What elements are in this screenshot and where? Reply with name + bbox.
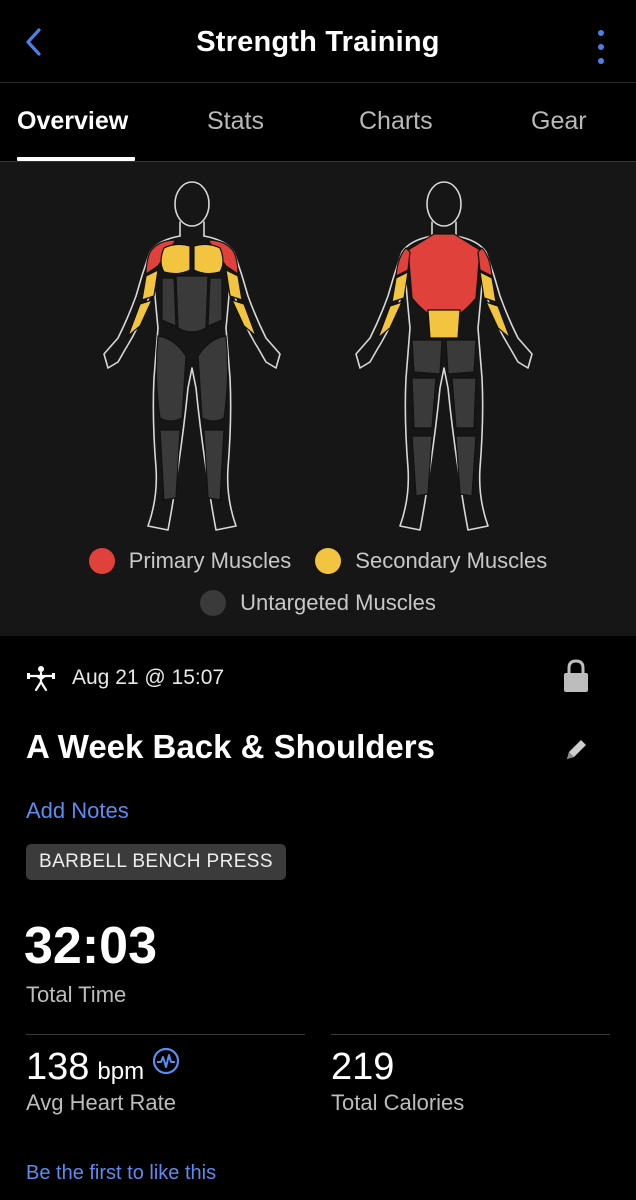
legend-secondary-label: Secondary Muscles [355,548,548,573]
heart-rate-unit: bpm [97,1058,145,1085]
total-time-label: Total Time [26,982,127,1007]
heart-rate-value: 138 [26,1046,90,1088]
active-tab-indicator [17,157,135,161]
more-options-button[interactable] [594,30,608,64]
tab-overview[interactable]: Overview [17,107,128,136]
legend-untargeted: Untargeted Muscles [200,590,436,616]
calories-label: Total Calories [331,1090,465,1115]
legend-primary: Primary Muscles [88,548,292,574]
total-time-value: 32:03 [24,917,157,975]
add-notes-link[interactable]: Add Notes [26,798,129,824]
tab-charts[interactable]: Charts [359,107,433,136]
lock-icon[interactable] [562,658,590,694]
muscle-map-panel: Primary Muscles Secondary Muscles Untarg… [0,162,636,636]
activity-datetime: Aug 21 @ 15:07 [72,666,225,689]
legend-row-2: Untargeted Muscles [0,590,636,616]
untargeted-dot-icon [200,590,227,616]
front-body-figure [103,181,281,531]
heart-rate-icon[interactable] [152,1047,180,1075]
secondary-dot-icon [315,548,342,574]
back-body-figure [355,181,533,531]
tab-gear[interactable]: Gear [531,107,587,136]
heart-rate-stat: 138 bpm [26,1046,180,1089]
legend-secondary: Secondary Muscles [315,548,547,574]
top-bar: Strength Training [0,0,636,83]
calories-value: 219 [331,1046,395,1088]
tab-stats[interactable]: Stats [207,107,264,136]
page-title: Strength Training [196,26,440,58]
legend-row-1: Primary Muscles Secondary Muscles [0,548,636,574]
divider-right [331,1034,610,1035]
legend-primary-label: Primary Muscles [128,548,292,573]
legend-untargeted-label: Untargeted Muscles [240,590,436,615]
exercise-tag[interactable]: BARBELL BENCH PRESS [26,844,286,880]
tab-bar: Overview Stats Charts Gear [0,83,636,162]
more-vertical-icon [598,30,604,36]
activity-date-row: Aug 21 @ 15:07 [26,664,224,692]
divider-left [26,1034,305,1035]
like-link[interactable]: Be the first to like this [26,1162,216,1185]
calories-stat: 219 [331,1046,394,1089]
heart-rate-label: Avg Heart Rate [26,1090,177,1115]
primary-dot-icon [88,548,115,574]
pencil-icon[interactable] [562,736,590,764]
workout-name: A Week Back & Shoulders [26,728,435,765]
strength-activity-icon [27,666,55,692]
